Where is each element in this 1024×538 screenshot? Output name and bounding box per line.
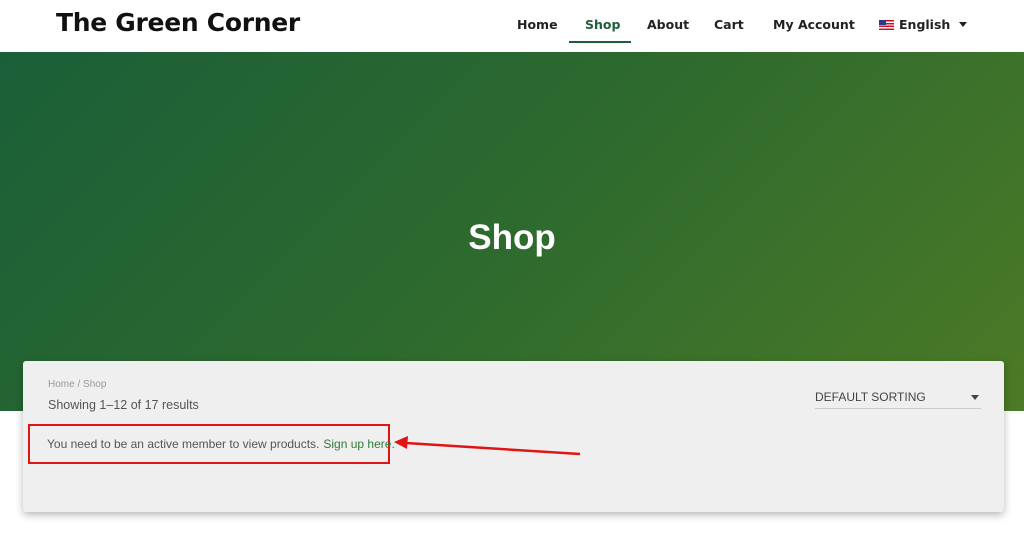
arrow-shaft xyxy=(405,441,581,456)
annotation-arrow xyxy=(394,436,581,456)
arrow-head-icon xyxy=(394,436,408,449)
